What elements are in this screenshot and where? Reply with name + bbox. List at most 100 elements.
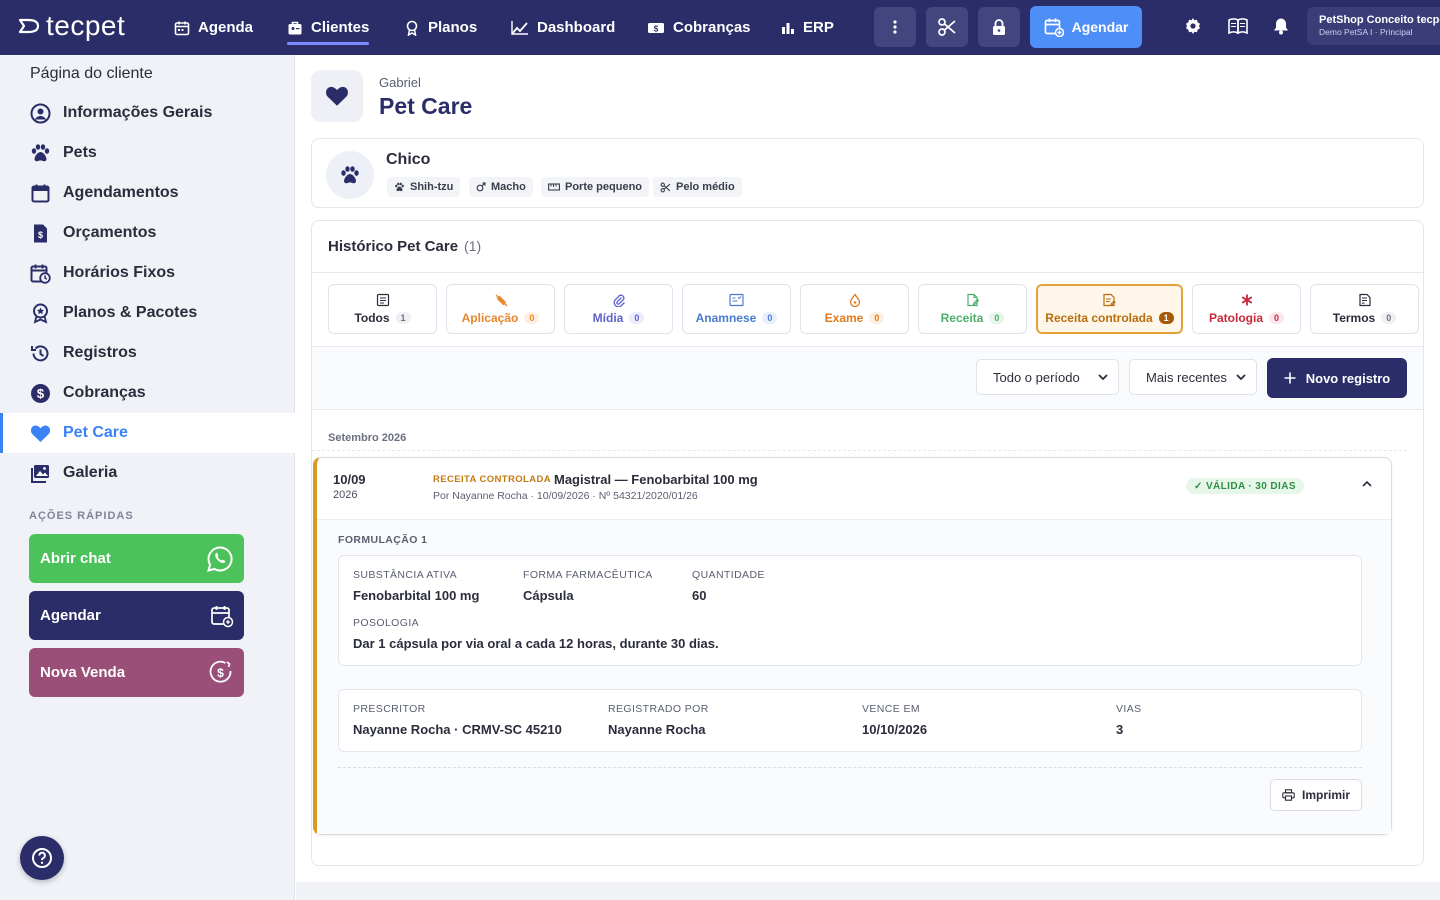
clients-icon <box>288 21 302 34</box>
guide-button[interactable] <box>1228 17 1248 35</box>
tab-receita[interactable]: Receita 0 <box>918 284 1027 334</box>
more-menu-button[interactable] <box>874 7 916 47</box>
sidebar-item-planos[interactable]: Planos & Pacotes <box>0 293 295 333</box>
nav-agenda[interactable]: Agenda <box>174 0 253 55</box>
tab-receita-controlada[interactable]: Receita controlada 1 <box>1036 284 1183 334</box>
expires-value: 10/10/2026 <box>862 722 928 737</box>
scissors-icon <box>938 18 956 36</box>
agendar-quick-button[interactable]: Agendar <box>29 591 244 640</box>
scissors-icon <box>660 182 671 192</box>
invoice-icon: $ <box>34 224 47 242</box>
sidebar-title: Página do cliente <box>30 65 153 82</box>
record-title: Magistral — Fenobarbital 100 mg <box>554 472 758 487</box>
paperclip-icon <box>613 294 625 307</box>
posology-value: Dar 1 cápsula por via oral a cada 12 hor… <box>353 636 719 651</box>
chip-coat-label: Pelo médio <box>676 181 735 193</box>
new-record-button[interactable]: Novo registro <box>1267 358 1407 398</box>
sale-icon: $ <box>209 660 232 682</box>
nav-cobrancas[interactable]: $ Cobranças <box>647 0 751 55</box>
top-navbar: tecpet Agenda Clientes Planos Dashboard … <box>0 0 1440 55</box>
substance-value: Fenobarbital 100 mg <box>353 588 480 603</box>
period-select-value: Todo o período <box>993 369 1080 385</box>
tab-label: Receita controlada <box>1045 311 1153 325</box>
sidebar-item-pets[interactable]: Pets <box>0 133 295 173</box>
collapse-button[interactable] <box>1362 480 1372 487</box>
nav-erp-label: ERP <box>803 19 834 36</box>
ruler-icon <box>548 183 560 191</box>
copies-value: 3 <box>1116 722 1124 737</box>
tab-exame[interactable]: Exame 0 <box>800 284 909 334</box>
record-year: 2026 <box>333 489 358 501</box>
sidebar-item-label: Cobranças <box>63 384 146 401</box>
tecpet-logo[interactable]: tecpet <box>18 10 125 42</box>
sidebar-item-orcamentos[interactable]: $ Orçamentos <box>0 213 295 253</box>
money-icon: $ <box>648 22 664 33</box>
paw-icon <box>395 182 404 192</box>
nav-erp[interactable]: ERP <box>781 0 834 55</box>
sidebar-item-cobrancas[interactable]: $ Cobranças <box>0 373 295 413</box>
pet-name: Chico <box>386 151 431 168</box>
quick-actions-label: AÇÕES RÁPIDAS <box>29 510 134 522</box>
open-chat-button[interactable]: Abrir chat <box>29 534 244 583</box>
sidebar-item-agendamentos[interactable]: Agendamentos <box>0 173 295 213</box>
sort-select[interactable]: Mais recentes <box>1129 359 1257 395</box>
tab-count: 0 <box>762 312 778 324</box>
agendar-quick-label: Agendar <box>40 607 101 624</box>
tab-anamnese[interactable]: Anamnese 0 <box>682 284 791 334</box>
pet-avatar <box>326 151 374 199</box>
sidebar-item-horarios[interactable]: Horários Fixos <box>0 253 295 293</box>
client-name: Gabriel <box>379 75 421 90</box>
agendar-top-button[interactable]: Agendar <box>1030 6 1142 48</box>
tab-count: 1 <box>395 312 411 324</box>
nav-dashboard[interactable]: Dashboard <box>511 0 615 55</box>
sidebar-item-pet-care[interactable]: Pet Care <box>0 413 295 453</box>
lock-button[interactable] <box>978 7 1020 47</box>
tab-aplicacao[interactable]: Aplicação 0 <box>446 284 555 334</box>
calendar-icon <box>174 21 190 35</box>
nav-clientes-label: Clientes <box>311 19 370 36</box>
calendar-icon <box>31 184 50 202</box>
help-button[interactable] <box>20 836 64 880</box>
history-title: Histórico Pet Care (1) <box>328 238 481 255</box>
svg-text:$: $ <box>38 230 43 240</box>
prescriber-box: PRESCRITOR Nayanne Rocha · CRMV-SC 45210… <box>338 689 1362 752</box>
quantity-label: QUANTIDADE <box>692 569 765 581</box>
tab-midia[interactable]: Mídia 0 <box>564 284 673 334</box>
tab-label: Termos <box>1332 311 1376 325</box>
nova-venda-button[interactable]: Nova Venda $ <box>29 648 244 697</box>
period-select[interactable]: Todo o período <box>976 359 1119 395</box>
printer-icon <box>1282 789 1295 801</box>
record-card[interactable]: 10/09 2026 RECEITA CONTROLADA Magistral … <box>313 457 1392 835</box>
filter-bar: Todo o período Mais recentes Novo regist… <box>312 347 1423 410</box>
print-button[interactable]: Imprimir <box>1270 779 1362 811</box>
drop-icon <box>849 293 860 307</box>
prescriber-label: PRESCRITOR <box>353 703 426 715</box>
sidebar-item-informacoes[interactable]: Informações Gerais <box>0 93 295 133</box>
heart-icon <box>30 424 51 442</box>
chip-breed-label: Shih-tzu <box>410 181 454 193</box>
tab-label: Todos <box>354 311 390 325</box>
lock-icon <box>993 19 1005 35</box>
nav-planos[interactable]: Planos <box>404 0 477 55</box>
settings-button[interactable] <box>1184 17 1202 35</box>
tab-termos[interactable]: Termos 0 <box>1310 284 1419 334</box>
sidebar-item-registros[interactable]: Registros <box>0 333 295 373</box>
tab-todos[interactable]: Todos 1 <box>328 284 437 334</box>
gallery-icon <box>31 464 49 483</box>
scissors-button[interactable] <box>926 7 968 47</box>
tab-patologia[interactable]: Patologia 0 <box>1192 284 1301 334</box>
paw-icon <box>31 144 50 162</box>
status-badge: ✓ VÁLIDA · 30 DIAS <box>1186 478 1304 494</box>
open-chat-label: Abrir chat <box>40 550 111 567</box>
list-icon <box>376 293 389 307</box>
badge-icon <box>406 20 418 36</box>
heart-icon <box>326 86 348 106</box>
nav-clientes[interactable]: Clientes <box>287 0 370 55</box>
client-sidebar: Página do cliente Informações Gerais Pet… <box>0 55 295 900</box>
record-meta: Por Nayanne Rocha · 10/09/2026 · Nº 5432… <box>433 490 698 502</box>
tab-label: Mídia <box>592 311 624 325</box>
sidebar-item-galeria[interactable]: Galeria <box>0 453 295 493</box>
notifications-button[interactable] <box>1273 17 1289 35</box>
shop-selector[interactable]: PetShop Conceito tecpet Demo PetSA I · P… <box>1307 7 1440 45</box>
svg-text:$: $ <box>654 24 659 33</box>
